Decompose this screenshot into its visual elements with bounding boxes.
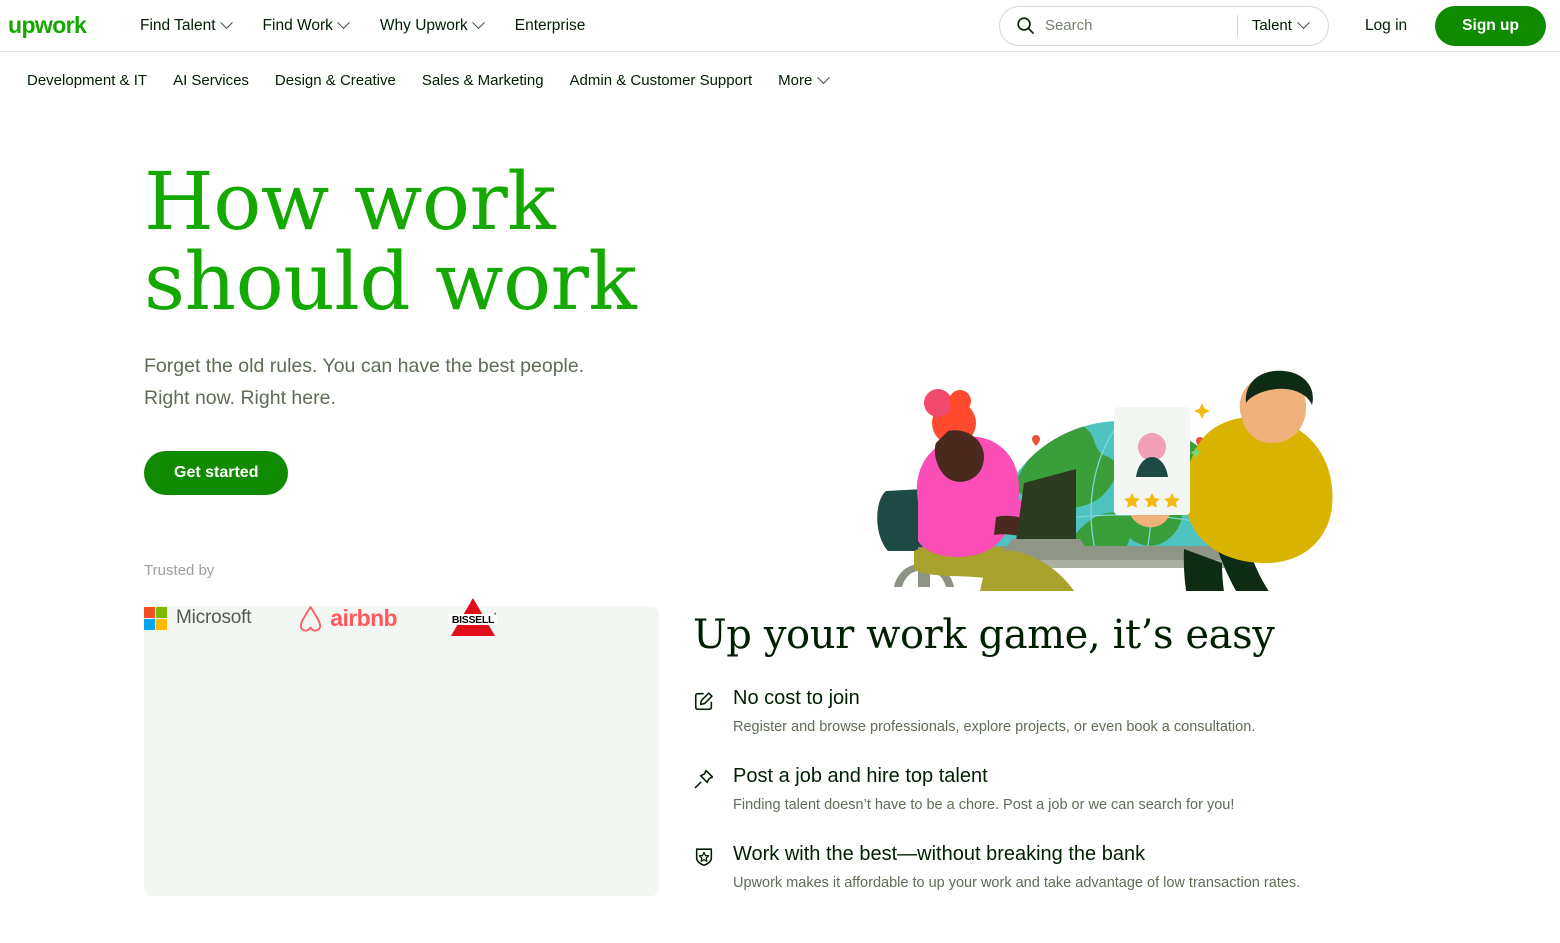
feature-heading: Work with the best—without breaking the … [733,843,1146,866]
trusted-by-section: Trusted by Microsoft airbnb BISSELL * [144,562,700,640]
feature-description: Register and browse professionals, explo… [733,719,1256,735]
chevron-down-icon [219,16,233,30]
feature-heading: No cost to join [733,687,860,709]
pen-edit-icon [693,686,717,738]
hero-subtitle: Forget the old rules. You can have the b… [144,351,664,414]
primary-nav: Find Talent Find Work Why Upwork Enterpr… [124,11,601,41]
category-admin-customer-support[interactable]: Admin & Customer Support [557,66,766,95]
feature-item-no-cost-to-join: No cost to join Register and browse prof… [693,686,1313,738]
features-list: Up your work game, it’s easy No cost to … [693,606,1313,920]
video-placeholder[interactable] [144,606,659,896]
feature-text-block: No cost to join Register and browse prof… [733,686,1255,738]
category-design-creative[interactable]: Design & Creative [262,66,409,95]
category-nav: Development & IT AI Services Design & Cr… [0,52,1560,108]
microsoft-logo-icon [144,606,167,630]
nav-label: Enterprise [514,16,586,34]
airbnb-logo-label: airbnb [330,604,397,631]
feature-item-work-with-the-best: Work with the best—without breaking the … [693,842,1313,894]
hero-section: How work should work Forget the old rule… [0,108,1560,717]
svg-text:upwork: upwork [8,13,87,38]
hero-subtitle-line-2: Right now. Right here. [144,386,336,409]
nav-item-enterprise[interactable]: Enterprise [499,11,602,41]
search-scope-label: Talent [1251,17,1292,34]
bissell-logo-icon: BISSELL * [448,598,497,637]
category-ai-services[interactable]: AI Services [160,66,262,95]
airbnb-logo-icon [300,605,322,632]
feature-text-block: Work with the best—without breaking the … [733,842,1300,894]
category-label: Design & Creative [274,71,396,89]
search-input[interactable] [1044,17,1237,34]
feature-text-block: Post a job and hire top talent Finding t… [733,764,1234,816]
search-bar[interactable]: Talent [998,5,1329,46]
nav-item-why-upwork[interactable]: Why Upwork [364,11,499,41]
svg-text:BISSELL: BISSELL [452,614,495,626]
feature-item-post-a-job: Post a job and hire top talent Finding t… [693,764,1313,816]
category-label: AI Services [173,71,249,89]
chevron-down-icon [337,16,350,30]
category-label: Development & IT [27,71,148,89]
trusted-by-label: Trusted by [144,562,215,580]
category-more[interactable]: More [765,66,841,95]
two-people-with-globe-illustration [877,370,1341,717]
nav-label: Why Upwork [379,16,468,34]
nav-item-find-work[interactable]: Find Work [247,11,364,41]
nav-label: Find Talent [140,16,216,34]
airbnb-logo: airbnb [297,604,398,633]
login-link[interactable]: Log in [1347,9,1425,43]
search-icon [1016,16,1035,35]
category-label: Sales & Marketing [421,71,544,89]
feature-description: Upwork makes it affordable to up your wo… [733,875,1301,892]
nav-item-find-talent[interactable]: Find Talent [124,11,247,41]
category-sales-marketing[interactable]: Sales & Marketing [409,66,557,95]
trusted-logos: Microsoft airbnb BISSELL * [144,596,700,640]
header-actions: Talent Log in Sign up [998,5,1546,46]
upwork-logo[interactable]: upwork [8,13,96,39]
microsoft-logo-label: Microsoft [176,607,252,629]
hero-illustration [866,251,1356,717]
search-scope-dropdown[interactable]: Talent [1238,16,1322,34]
feature-description: Finding talent doesn’t have to be a chor… [733,797,1235,814]
category-label: Admin & Customer Support [569,71,753,89]
chevron-down-icon [817,70,831,84]
signup-button[interactable]: Sign up [1435,5,1546,46]
pushpin-icon [693,764,717,816]
microsoft-logo: Microsoft [144,606,252,630]
feature-heading: Post a job and hire top talent [733,765,988,788]
page-title: How work should work [144,162,700,322]
work-game-section: Up your work game, it’s easy No cost to … [0,606,1560,920]
upwork-logo-icon: upwork [8,13,88,38]
bissell-logo: BISSELL * [443,596,503,640]
site-header: upwork Find Talent Find Work Why Upwork … [0,0,1560,52]
hero-subtitle-line-1: Forget the old rules. You can have the b… [144,355,585,377]
category-label: More [778,71,813,89]
category-development-it[interactable]: Development & IT [14,66,160,95]
chevron-down-icon [1297,16,1310,30]
hero-title-line-2: should work [144,235,637,328]
chevron-down-icon [471,16,485,30]
get-started-button[interactable]: Get started [144,451,289,496]
hero-content: How work should work Forget the old rule… [0,144,700,637]
shield-star-icon [693,842,717,894]
nav-label: Find Work [262,16,333,34]
